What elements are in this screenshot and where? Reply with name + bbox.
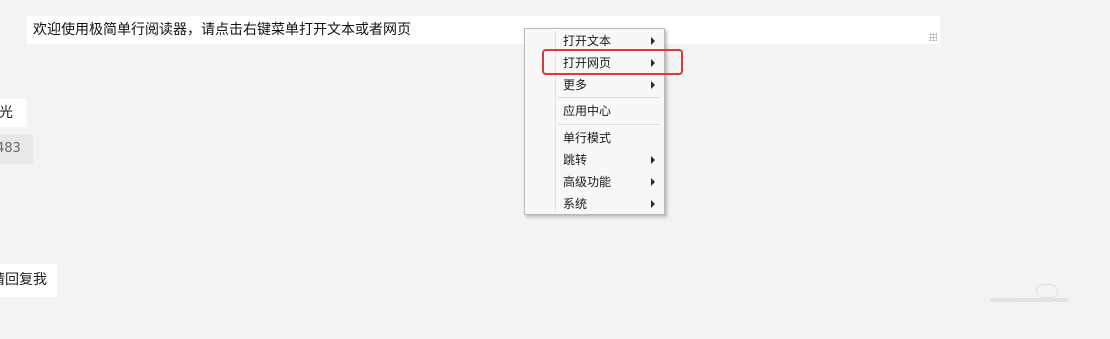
menu-separator [558,124,660,125]
menu-item-label: 系统 [563,197,588,211]
watermark-line [990,298,1068,302]
menu-item-app-center[interactable]: 应用中心 [527,100,662,122]
submenu-arrow-icon [651,200,655,208]
bubble-text: 请回复我 [0,272,47,288]
bubble-text: 时光 [0,105,13,121]
menu-item-single-line-mode[interactable]: 单行模式 [527,127,662,149]
menu-item-label: 应用中心 [563,104,612,118]
menu-item-advanced[interactable]: 高级功能 [527,171,662,193]
highlight-annotation [542,49,683,75]
reader-bar[interactable]: 欢迎使用极简单行阅读器，请点击右键菜单打开文本或者网页 [27,16,940,44]
submenu-arrow-icon [651,156,655,164]
menu-separator [558,97,660,98]
resize-grip-icon[interactable] [929,33,937,41]
submenu-arrow-icon [651,37,655,45]
menu-item-label: 跳转 [563,153,588,167]
submenu-arrow-icon [651,178,655,186]
menu-item-system[interactable]: 系统 [527,193,662,215]
menu-item-label: 高级功能 [563,175,612,189]
menu-item-label: 单行模式 [563,131,612,145]
chat-bubble-partial: 483 [0,134,33,164]
menu-item-label: 更多 [563,78,588,92]
chat-bubble-partial: 时光 [0,99,27,127]
menu-item-more[interactable]: 更多 [527,74,662,96]
chat-bubble-partial: 请回复我 [0,264,57,297]
menu-item-label: 打开文本 [563,34,612,48]
submenu-arrow-icon [651,81,655,89]
bubble-text: 483 [0,141,21,156]
watermark-circle-icon [1036,284,1058,298]
menu-item-jump[interactable]: 跳转 [527,149,662,171]
reader-message: 欢迎使用极简单行阅读器，请点击右键菜单打开文本或者网页 [33,22,411,38]
watermark-logo [990,284,1070,306]
